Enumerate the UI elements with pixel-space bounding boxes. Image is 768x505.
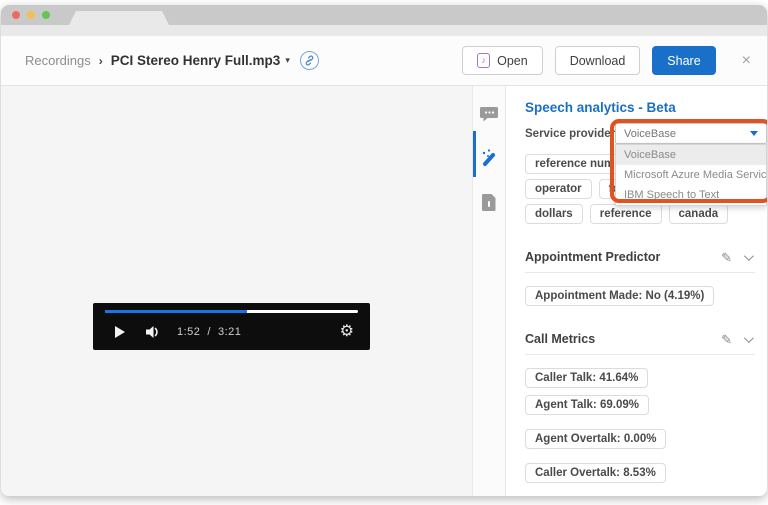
app-header: Recordings › PCI Stereo Henry Full.mp3 ▾… (1, 36, 767, 86)
active-tab-indicator (473, 131, 476, 177)
speech-analytics-tab-icon[interactable] (479, 148, 499, 168)
header-actions: ♪ Open Download Share × (462, 46, 751, 75)
screenshot-stage: Recordings › PCI Stereo Henry Full.mp3 ▾… (0, 0, 768, 505)
service-provider-select[interactable]: VoiceBase (615, 123, 767, 144)
section-title: Call Metrics (525, 332, 596, 346)
agent-talk-chip[interactable]: Agent Talk: 69.09% (525, 395, 649, 415)
keyword-chip[interactable]: canada (668, 204, 729, 224)
browser-chrome-bar (1, 5, 767, 25)
agent-overtalk-chip[interactable]: Agent Overtalk: 0.00% (525, 429, 667, 449)
keyword-chip[interactable]: reference (589, 204, 662, 224)
selected-provider-value: VoiceBase (624, 127, 676, 140)
appointment-chips: Appointment Made: No (4.19%) (525, 286, 751, 306)
player-controls: 1:52 / 3:21 ⚙ (105, 317, 358, 347)
chevron-down-icon[interactable] (743, 332, 754, 343)
volume-icon[interactable] (145, 325, 161, 339)
provider-option-ibm[interactable]: IBM Speech to Text (616, 185, 766, 205)
player-settings-icon[interactable]: ⚙ (340, 324, 354, 340)
browser-toolbar (1, 25, 767, 36)
browser-tab[interactable] (69, 11, 169, 25)
section-title: Appointment Predictor (525, 250, 661, 264)
audio-player: 1:52 / 3:21 ⚙ (93, 303, 370, 350)
seek-bar[interactable] (105, 310, 358, 313)
open-button-label: Open (497, 53, 528, 68)
keyword-chip[interactable]: dollars (525, 204, 583, 224)
filename-dropdown-caret[interactable]: ▾ (285, 55, 290, 66)
breadcrumb-separator: › (98, 53, 103, 68)
share-button[interactable]: Share (652, 46, 716, 75)
audio-file-icon: ♪ (477, 53, 491, 68)
time-separator: / (207, 326, 211, 338)
play-button[interactable] (115, 326, 125, 338)
keyword-chip[interactable]: operator (525, 179, 592, 199)
speech-analytics-panel: Speech analytics - Beta Service provider… (506, 86, 767, 496)
download-button[interactable]: Download (554, 46, 641, 75)
caller-talk-chip[interactable]: Caller Talk: 41.64% (525, 368, 649, 388)
panel-title: Speech analytics - Beta (525, 100, 676, 115)
sidebar-tab-strip (472, 86, 506, 496)
provider-option-azure[interactable]: Microsoft Azure Media Services (616, 165, 766, 185)
app-body: 1:52 / 3:21 ⚙ Speech analytics - Beta Se… (1, 86, 767, 496)
keyword-row: dollars reference canada (525, 204, 755, 224)
caller-overtalk-chip[interactable]: Caller Overtalk: 8.53% (525, 463, 666, 483)
appointment-made-chip[interactable]: Appointment Made: No (4.19%) (525, 286, 715, 306)
call-metrics-chips: Caller Talk: 41.64% Agent Talk: 69.09% A… (525, 368, 751, 483)
open-button[interactable]: ♪ Open (462, 46, 543, 75)
minimize-window-button[interactable] (27, 11, 35, 19)
browser-window: Recordings › PCI Stereo Henry Full.mp3 ▾… (1, 5, 767, 496)
call-metrics-header: Call Metrics ✎ (525, 332, 755, 346)
service-provider-label: Service provider (525, 128, 616, 140)
edit-icon[interactable]: ✎ (721, 251, 732, 264)
details-tab-icon[interactable] (479, 192, 499, 212)
close-window-button[interactable] (12, 11, 20, 19)
appointment-predictor-header: Appointment Predictor ✎ (525, 250, 755, 264)
current-time: 1:52 (177, 326, 201, 338)
share-button-label: Share (667, 53, 701, 68)
time-display: 1:52 / 3:21 (177, 326, 241, 338)
share-link-icon[interactable] (299, 51, 319, 70)
select-caret-icon (750, 131, 758, 136)
traffic-lights (12, 11, 50, 19)
chevron-down-icon[interactable] (743, 250, 754, 261)
comments-tab-icon[interactable] (479, 104, 499, 124)
breadcrumb-recordings-link[interactable]: Recordings (25, 53, 91, 68)
breadcrumb-filename[interactable]: PCI Stereo Henry Full.mp3 (111, 53, 281, 68)
zoom-window-button[interactable] (42, 11, 50, 19)
seek-bar-progress (105, 310, 247, 313)
section-divider (525, 354, 755, 355)
provider-option-voicebase[interactable]: VoiceBase (616, 145, 766, 165)
close-icon[interactable]: × (742, 52, 751, 70)
download-button-label: Download (569, 53, 626, 68)
total-time: 3:21 (217, 326, 242, 338)
provider-dropdown-menu: VoiceBase Microsoft Azure Media Services… (615, 144, 767, 206)
section-divider (525, 272, 755, 273)
section-header-icons: ✎ (721, 333, 755, 346)
section-header-icons: ✎ (721, 251, 755, 264)
main-content-area: 1:52 / 3:21 ⚙ (1, 86, 472, 496)
service-provider-row: Service provider VoiceBase VoiceBase Mic… (525, 119, 767, 206)
edit-icon[interactable]: ✎ (721, 333, 732, 346)
